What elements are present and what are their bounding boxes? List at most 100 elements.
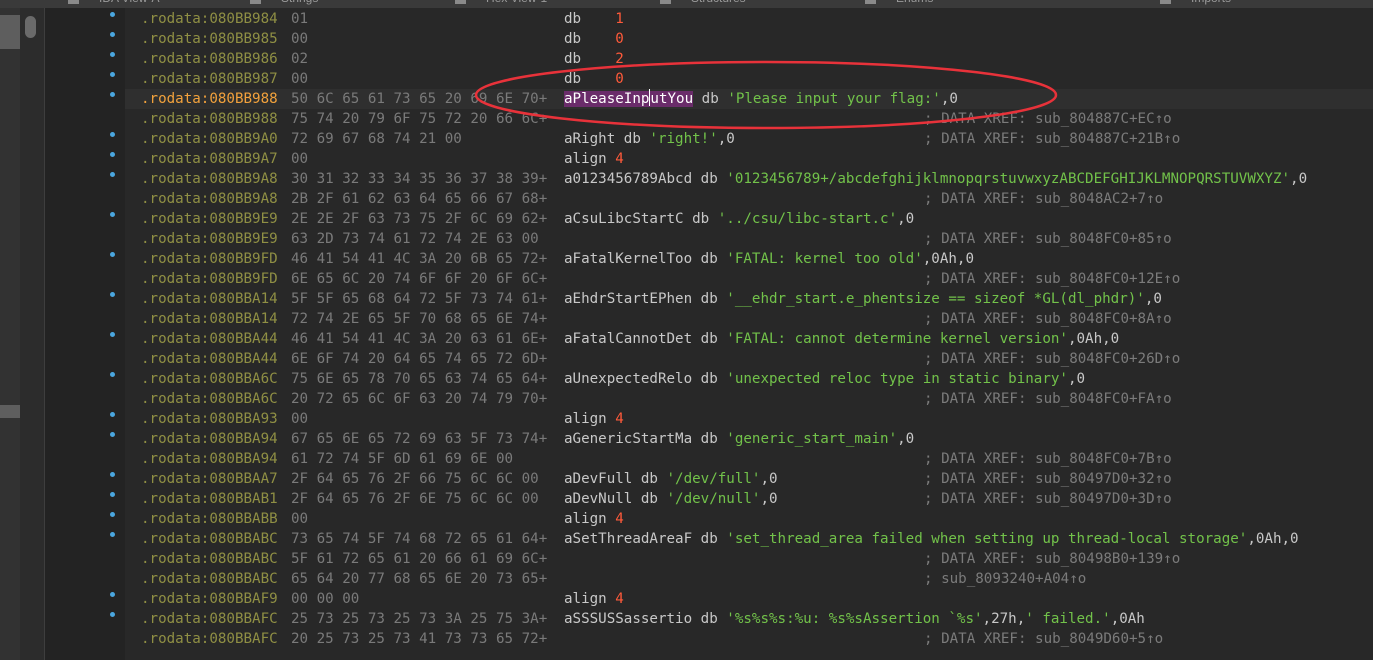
xref-comment[interactable]: ; DATA XREF: sub_8048FC0+26D↑o: [924, 349, 1180, 369]
data-label[interactable]: aUnexpectedRelo: [564, 371, 692, 387]
data-label[interactable]: aFatalKernelToo: [564, 251, 692, 267]
data-label[interactable]: a0123456789Abcd: [564, 171, 692, 187]
tab-structures[interactable]: Structures: [660, 0, 746, 7]
xref-comment[interactable]: ; DATA XREF: sub_80497D0+32↑o: [924, 469, 1172, 489]
instruction[interactable]: aPleaseInputYou db 'Please input your fl…: [564, 89, 958, 109]
instruction[interactable]: aGenericStartMa db 'generic_start_main',…: [564, 429, 914, 449]
listing-row[interactable]: .rodata:080BBABC 73 65 74 5F 74 68 72 65 …: [45, 529, 1373, 549]
address: .rodata:080BB9E9: [141, 211, 278, 227]
instruction[interactable]: aUnexpectedRelo db 'unexpected reloc typ…: [564, 369, 1085, 389]
instruction[interactable]: db 1: [564, 9, 624, 29]
instruction[interactable]: aSSSUSSassertio db '%s%s%s:%u: %s%sAsser…: [564, 609, 1145, 629]
address: .rodata:080BBA6C: [141, 371, 278, 387]
xref-comment[interactable]: ; DATA XREF: sub_8048FC0+FA↑o: [924, 389, 1172, 409]
listing-row[interactable]: .rodata:080BB9FD 46 41 54 41 4C 3A 20 6B …: [45, 249, 1373, 269]
xref-comment[interactable]: ; sub_8093240+A04↑o: [924, 569, 1086, 589]
xref-comment[interactable]: ; DATA XREF: sub_804887C+21B↑o: [924, 129, 1180, 149]
data-label[interactable]: aFatalCannotDet: [564, 331, 692, 347]
item-bullet-icon: [110, 612, 115, 617]
data-label[interactable]: aRight: [564, 131, 615, 147]
data-label[interactable]: aPleaseInputYou: [564, 89, 694, 107]
listing-row[interactable]: .rodata:080BB9A8 2B 2F 61 62 63 64 65 66 …: [45, 189, 1373, 209]
listing-row[interactable]: .rodata:080BB987 00 db 0: [45, 69, 1373, 89]
instruction[interactable]: db 2: [564, 49, 624, 69]
address: .rodata:080BB9A8: [141, 191, 278, 207]
listing-row[interactable]: .rodata:080BBA14 72 74 2E 65 5F 70 68 65 …: [45, 309, 1373, 329]
data-label[interactable]: aCsuLibcStartC: [564, 211, 684, 227]
instruction[interactable]: db 0: [564, 29, 624, 49]
listing-row[interactable]: .rodata:080BB9A0 72 69 67 68 74 21 00 aRig…: [45, 129, 1373, 149]
xref-comment[interactable]: ; DATA XREF: sub_8048FC0+7B↑o: [924, 449, 1172, 469]
instruction[interactable]: aDevNull db '/dev/null',0: [564, 489, 778, 509]
instruction[interactable]: aRight db 'right!',0: [564, 129, 735, 149]
tab-imports[interactable]: Imports: [1160, 0, 1231, 7]
data-label[interactable]: aSSSUSSassertio: [564, 611, 692, 627]
data-label[interactable]: aSetThreadAreaF: [564, 531, 692, 547]
listing-row[interactable]: .rodata:080BB9FD 6E 65 6C 20 74 6F 6F 20 …: [45, 269, 1373, 289]
navigation-strip[interactable]: [0, 8, 20, 660]
xref-comment[interactable]: ; DATA XREF: sub_8048FC0+12E↑o: [924, 269, 1180, 289]
instruction[interactable]: db 0: [564, 69, 624, 89]
listing-row[interactable]: .rodata:080BB988 75 74 20 79 6F 75 72 20 …: [45, 109, 1373, 129]
tab-strings[interactable]: Strings: [250, 0, 318, 7]
listing-row[interactable]: .rodata:080BBAA7 2F 64 65 76 2F 66 75 6C …: [45, 469, 1373, 489]
vertical-scrollbar[interactable]: [20, 8, 45, 660]
listing-row[interactable]: .rodata:080BBA14 5F 5F 65 68 64 72 5F 73 …: [45, 289, 1373, 309]
tab-icon: [250, 0, 261, 5]
data-label[interactable]: aDevFull: [564, 471, 632, 487]
tab-enums[interactable]: Enums: [865, 0, 933, 7]
instruction[interactable]: align 4: [564, 509, 624, 529]
xref-comment[interactable]: ; DATA XREF: sub_80497D0+3D↑o: [924, 489, 1172, 509]
listing-row[interactable]: .rodata:080BB986 02 db 2: [45, 49, 1373, 69]
instruction[interactable]: aSetThreadAreaF db 'set_thread_area fail…: [564, 529, 1299, 549]
instruction[interactable]: aDevFull db '/dev/full',0: [564, 469, 778, 489]
item-bullet-icon: [110, 332, 115, 337]
directive: align: [564, 511, 616, 527]
listing-row[interactable]: .rodata:080BB985 00 db 0: [45, 29, 1373, 49]
listing-row[interactable]: .rodata:080BBA6C 20 72 65 6C 6F 63 20 74 …: [45, 389, 1373, 409]
listing-row[interactable]: .rodata:080BBABB 00 align 4: [45, 509, 1373, 529]
data-label[interactable]: aGenericStartMa: [564, 431, 692, 447]
listing-row[interactable]: .rodata:080BB988 50 6C 65 61 73 65 20 69 …: [45, 89, 1373, 109]
xref-comment[interactable]: ; DATA XREF: sub_8048FC0+8A↑o: [924, 309, 1172, 329]
listing-row[interactable]: .rodata:080BBAFC 25 73 25 73 25 73 3A 25 …: [45, 609, 1373, 629]
listing-row[interactable]: .rodata:080BBABC 65 64 20 77 68 65 6E 20 …: [45, 569, 1373, 589]
xref-comment[interactable]: ; DATA XREF: sub_8048FC0+85↑o: [924, 229, 1172, 249]
xref-comment[interactable]: ; DATA XREF: sub_8049D60+5↑o: [924, 629, 1163, 649]
listing-row[interactable]: .rodata:080BB9E9 2E 2E 2F 63 73 75 2F 6C …: [45, 209, 1373, 229]
tab-label: Imports: [1191, 0, 1231, 5]
xref-comment[interactable]: ; DATA XREF: sub_8048AC2+7↑o: [924, 189, 1163, 209]
scrollbar-thumb[interactable]: [25, 16, 36, 38]
instruction[interactable]: aFatalKernelToo db 'FATAL: kernel too ol…: [564, 249, 974, 269]
instruction[interactable]: aEhdrStartEPhen db '__ehdr_start.e_phent…: [564, 289, 1162, 309]
listing-row[interactable]: .rodata:080BB984 01 db 1: [45, 9, 1373, 29]
listing-row[interactable]: .rodata:080BBAF9 00 00 00 align 4: [45, 589, 1373, 609]
instruction[interactable]: align 4: [564, 589, 624, 609]
listing-row[interactable]: .rodata:080BB9A8 30 31 32 33 34 35 36 37 …: [45, 169, 1373, 189]
listing-row[interactable]: .rodata:080BBA44 46 41 54 41 4C 3A 20 63 …: [45, 329, 1373, 349]
opcode-bytes: 02: [291, 51, 309, 67]
listing-row[interactable]: .rodata:080BBABC 5F 61 72 65 61 20 66 61 …: [45, 549, 1373, 569]
data-label[interactable]: aDevNull: [564, 491, 632, 507]
listing-row[interactable]: .rodata:080BBAFC 20 25 73 25 73 41 73 73 …: [45, 629, 1373, 649]
xref-comment[interactable]: ; DATA XREF: sub_80498B0+139↑o: [924, 549, 1180, 569]
listing-row[interactable]: .rodata:080BBA6C 75 6E 65 78 70 65 63 74 …: [45, 369, 1373, 389]
instruction[interactable]: aFatalCannotDet db 'FATAL: cannot determ…: [564, 329, 1119, 349]
instruction[interactable]: align 4: [564, 149, 624, 169]
listing-row[interactable]: .rodata:080BBA94 61 72 74 5F 6D 61 69 6E …: [45, 449, 1373, 469]
item-bullet-icon: [110, 512, 115, 517]
xref-comment[interactable]: ; DATA XREF: sub_804887C+EC↑o: [924, 109, 1172, 129]
data-label[interactable]: aEhdrStartEPhen: [564, 291, 692, 307]
instruction[interactable]: align 4: [564, 409, 624, 429]
tab-hex-view-1[interactable]: Hex View-1: [455, 0, 547, 7]
instruction[interactable]: a0123456789Abcd db '0123456789+/abcdefgh…: [564, 169, 1307, 189]
listing-row[interactable]: .rodata:080BB9A7 00 align 4: [45, 149, 1373, 169]
opcode-bytes: 01: [291, 11, 309, 27]
listing-row[interactable]: .rodata:080BB9E9 63 2D 73 74 61 72 74 2E …: [45, 229, 1373, 249]
listing-row[interactable]: .rodata:080BBA44 6E 6F 74 20 64 65 74 65 …: [45, 349, 1373, 369]
listing-row[interactable]: .rodata:080BBA93 00 align 4: [45, 409, 1373, 429]
tab-ida-view-a[interactable]: IDA View-A: [68, 0, 159, 7]
listing-row[interactable]: .rodata:080BBA94 67 65 6E 65 72 69 63 5F …: [45, 429, 1373, 449]
listing-row[interactable]: .rodata:080BBAB1 2F 64 65 76 2F 6E 75 6C …: [45, 489, 1373, 509]
instruction[interactable]: aCsuLibcStartC db '../csu/libc-start.c',…: [564, 209, 914, 229]
